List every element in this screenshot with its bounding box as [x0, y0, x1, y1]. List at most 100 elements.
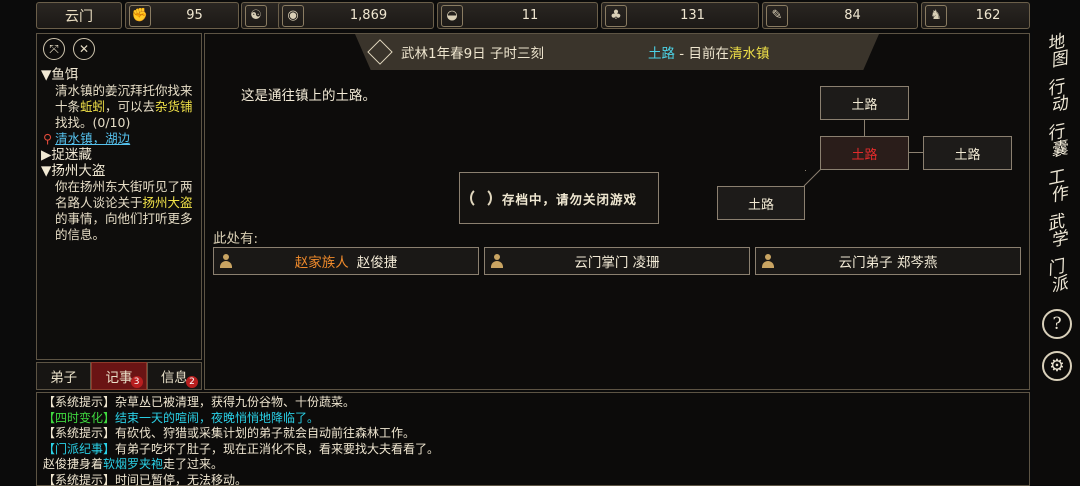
log-tag: 【系统提示】 — [43, 395, 116, 409]
resource-value: 84 — [844, 8, 861, 23]
task-text: 的事情，向他们打听更多的信息。 — [55, 211, 193, 242]
close-icon[interactable]: ✕ — [73, 38, 95, 60]
scroll-icon: ✎ — [766, 4, 788, 27]
map-node-label: 土路 — [851, 97, 878, 113]
task-text: ，可以去 — [105, 99, 156, 114]
coin-icon: ◉ — [282, 4, 304, 27]
task-highlight: 蚯蚓 — [80, 99, 106, 114]
log-tag: 【系统提示】 — [43, 472, 116, 486]
menu-label: 动 — [1048, 93, 1070, 117]
resource-wood[interactable]: ♣ 131 — [601, 2, 759, 29]
log-text: 走了过来。 — [163, 457, 224, 472]
npc-name: 云门掌门 凌珊 — [574, 255, 660, 271]
left-tabs: 弟子 记事 3 信息 2 — [36, 362, 202, 390]
help-button[interactable]: ? — [1037, 304, 1077, 344]
game-time: 武林1年春9日 子时三刻 — [401, 46, 544, 62]
map-node[interactable]: 土路 — [923, 136, 1012, 170]
task-text: 找找。(0/10) — [55, 115, 131, 130]
map-node-current[interactable]: 土路 — [820, 136, 909, 170]
task-title[interactable]: ▼扬州大盗 — [41, 163, 201, 179]
resource-scroll[interactable]: ✎ 84 — [762, 2, 918, 29]
time-location-banner: 武林1年春9日 子时三刻 土路 - 目前在清水镇 — [355, 34, 879, 70]
person-icon — [491, 254, 503, 268]
task-panel: ⤧ ✕ ▼鱼饵 清水镇的姜沉拜托你找来十条蚯蚓，可以去杂货铺找找。(0/10) … — [36, 33, 202, 360]
map-node[interactable]: 土路 — [717, 186, 805, 220]
person-icon — [220, 254, 232, 268]
collapse-all-icon[interactable]: ⤧ — [43, 38, 65, 60]
task-highlight: 杂货铺 — [155, 99, 193, 114]
log-text: 有砍伐、狩猎或采集计划的弟子就会自动前往森林工作。 — [115, 426, 416, 441]
gear-icon: ⚙ — [1042, 351, 1072, 381]
resource-value: 1,869 — [349, 8, 388, 23]
menu-label: 派 — [1048, 273, 1070, 297]
resource-value: 162 — [975, 8, 1001, 23]
task-title[interactable]: ▶捉迷藏 — [41, 147, 201, 163]
map-node-label: 土路 — [954, 147, 981, 163]
help-icon: ? — [1042, 309, 1072, 339]
location-name: 土路 — [647, 46, 675, 62]
side-menu: 地图 行动 行囊 工作 武学 门派 ? ⚙ — [1033, 30, 1080, 486]
menu-label: 图 — [1048, 48, 1070, 72]
yin-yang-icon: ☯ — [245, 4, 267, 27]
map-node[interactable]: 土路 — [820, 86, 909, 120]
task-description: 清水镇的姜沉拜托你找来十条蚯蚓，可以去杂货铺找找。(0/10) — [41, 83, 201, 131]
log-text: 有弟子吃坏了肚子，现在正消化不良，看来要找大夫看看了。 — [115, 441, 440, 456]
settings-button[interactable]: ⚙ — [1037, 346, 1077, 386]
log-line: 【系统提示】时间已暂停，无法移动。 — [43, 473, 1023, 486]
npc-name: 云门弟子 郑芩燕 — [838, 255, 938, 271]
task-highlight: 扬州大盗 — [142, 195, 193, 210]
menu-label: 囊 — [1048, 138, 1070, 162]
town-name: 清水镇 — [728, 46, 770, 62]
menu-martial-arts-button[interactable]: 武学 — [1037, 212, 1077, 252]
log-text: 结束一天的喧闹，夜晚悄悄地降临了。 — [115, 410, 320, 425]
log-text: 杂草丛已被清理，获得九份谷物、十份蔬菜。 — [115, 395, 356, 409]
tab-disciples[interactable]: 弟子 — [36, 362, 92, 390]
map-connector — [803, 168, 822, 187]
log-tag: 【系统提示】 — [43, 426, 116, 441]
log-highlight: 软烟罗夹袍 — [103, 457, 164, 472]
sect-name: 云门 — [65, 8, 93, 25]
npc-button[interactable]: 云门掌门 凌珊 — [484, 247, 750, 275]
npc-faction: 赵家族人 — [294, 255, 349, 271]
message-log[interactable]: 【系统提示】杂草丛已被清理，获得九份谷物、十份蔬菜。 【四时变化】结束一天的喧闹… — [36, 392, 1030, 486]
sect-name-button[interactable]: 云门 — [36, 2, 122, 29]
person-icon — [762, 254, 774, 268]
log-line: 赵俊捷身着软烟罗夹袍走了过来。 — [43, 457, 1023, 473]
tab-journal[interactable]: 记事 3 — [91, 362, 147, 390]
npc-button[interactable]: 云门弟子 郑芩燕 — [755, 247, 1021, 275]
notification-badge: 2 — [185, 376, 198, 388]
menu-sect-button[interactable]: 门派 — [1037, 257, 1077, 297]
menu-label: 作 — [1048, 183, 1070, 207]
resource-bar: 云门 ✊ 95 ☯ -1 ◉ 1,869 ◒ 11 ♣ 131 ✎ 84 ♞ 1… — [36, 2, 1030, 29]
location-panel: 武林1年春9日 子时三刻 土路 - 目前在清水镇 这是通往镇上的土路。 土路 土… — [204, 33, 1030, 390]
menu-map-button[interactable]: 地图 — [1037, 32, 1077, 72]
menu-bag-button[interactable]: 行囊 — [1037, 122, 1077, 162]
tab-label: 弟子 — [50, 370, 78, 386]
resource-value: 11 — [521, 8, 539, 23]
task-location-link[interactable]: ⚲ 清水镇，湖边 — [41, 131, 201, 147]
menu-action-button[interactable]: 行动 — [1037, 77, 1077, 117]
map-connector — [909, 152, 923, 153]
rice-bowl-icon: ◒ — [441, 4, 463, 27]
log-text: 时间已暂停，无法移动。 — [115, 472, 248, 486]
task-title[interactable]: ▼鱼饵 — [41, 67, 201, 83]
tab-messages[interactable]: 信息 2 — [146, 362, 202, 390]
location-description: 这是通往镇上的土路。 — [241, 88, 376, 104]
map-node-label: 土路 — [851, 147, 878, 163]
npc-button[interactable]: 赵家族人 赵俊捷 — [213, 247, 479, 275]
fist-icon: ✊ — [129, 4, 151, 27]
npcs-here-label: 此处有: — [213, 231, 259, 247]
tab-label: 记事 — [105, 370, 133, 386]
log-tag: 【四时变化】 — [43, 410, 116, 425]
task-description: 你在扬州东大街听见了两名路人谈论关于扬州大盗的事情，向他们打听更多的信息。 — [41, 179, 201, 243]
menu-label: 学 — [1048, 228, 1070, 252]
tab-label: 信息 — [160, 370, 188, 386]
resource-boots[interactable]: ♞ 162 — [921, 2, 1030, 29]
resource-money[interactable]: ◉ 1,869 — [278, 2, 434, 29]
map-pin-icon: ⚲ — [43, 131, 53, 146]
menu-work-button[interactable]: 工作 — [1037, 167, 1077, 207]
boots-icon: ♞ — [925, 4, 947, 27]
resource-fist[interactable]: ✊ 95 — [125, 2, 239, 29]
log-line: 【系统提示】杂草丛已被清理，获得九份谷物、十份蔬菜。 — [43, 395, 1023, 411]
resource-food[interactable]: ◒ 11 — [437, 2, 598, 29]
